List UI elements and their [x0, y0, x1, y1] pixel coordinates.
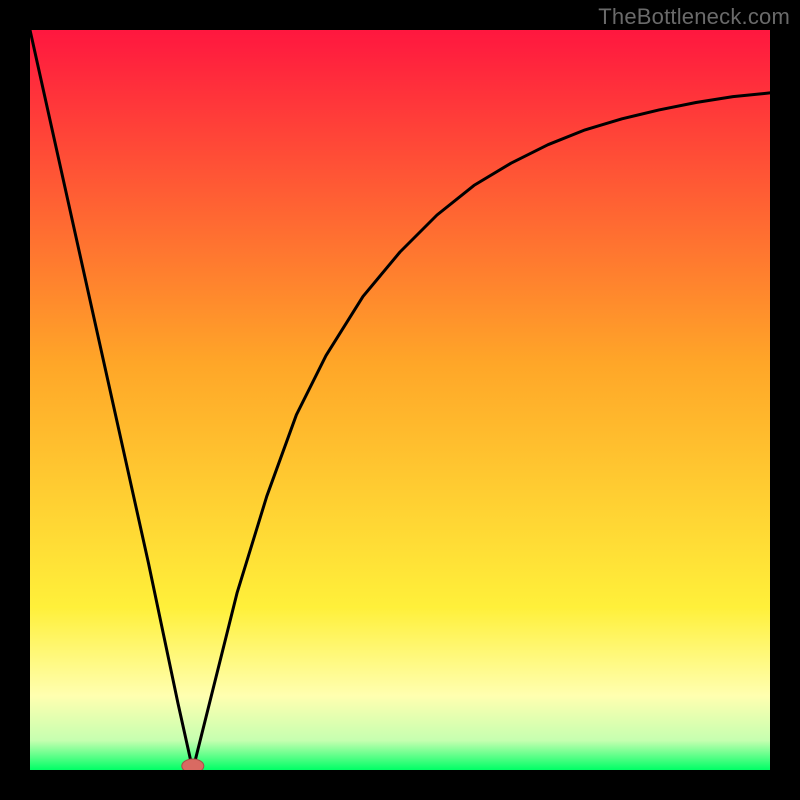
- watermark-text: TheBottleneck.com: [598, 4, 790, 30]
- chart-frame: [30, 30, 770, 770]
- chart-svg: [30, 30, 770, 770]
- minimum-marker: [182, 759, 204, 770]
- gradient-background: [30, 30, 770, 770]
